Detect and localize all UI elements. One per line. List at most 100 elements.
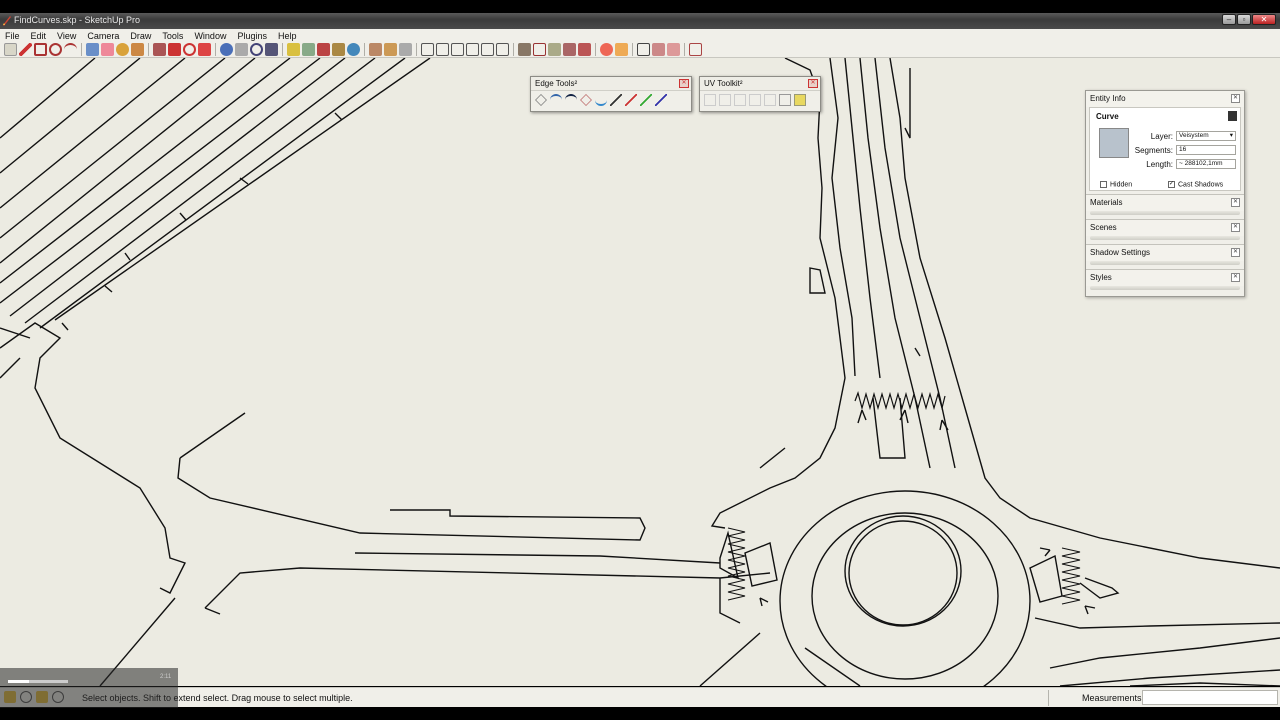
materials-title[interactable]: Materials bbox=[1086, 195, 1244, 211]
hidden-checkbox-row[interactable]: Hidden bbox=[1100, 181, 1132, 188]
menu-edit[interactable]: Edit bbox=[31, 31, 47, 41]
edge-loop-icon[interactable] bbox=[580, 94, 592, 106]
push-pull-icon[interactable] bbox=[153, 43, 166, 56]
menu-bar: File Edit View Camera Draw Tools Window … bbox=[0, 29, 1280, 42]
materials-icon[interactable] bbox=[384, 43, 397, 56]
share-model-icon[interactable] bbox=[332, 43, 345, 56]
edge-select-icon[interactable] bbox=[535, 94, 547, 106]
toggle-terrain-icon[interactable] bbox=[302, 43, 315, 56]
uv-import-icon[interactable] bbox=[794, 94, 806, 106]
menu-draw[interactable]: Draw bbox=[130, 31, 151, 41]
entity-kind: Curve bbox=[1096, 112, 1119, 121]
left-view-icon[interactable] bbox=[496, 43, 509, 56]
cast-shadows-checkbox[interactable]: ✓ bbox=[1168, 181, 1175, 188]
uv-scale-icon[interactable] bbox=[749, 94, 761, 106]
shadow-settings-panel: Shadow Settings ✕ bbox=[1086, 245, 1244, 270]
uv-align-icon[interactable] bbox=[719, 94, 731, 106]
zoom-icon[interactable] bbox=[250, 43, 263, 56]
menu-help[interactable]: Help bbox=[278, 31, 297, 41]
edge-smooth-icon[interactable] bbox=[595, 94, 607, 106]
styles-icon[interactable] bbox=[399, 43, 412, 56]
top-view-icon[interactable] bbox=[436, 43, 449, 56]
measurements-input[interactable] bbox=[1142, 690, 1278, 705]
walk-icon[interactable] bbox=[637, 43, 650, 56]
length-field[interactable]: ~ 288102,1mm bbox=[1176, 159, 1236, 169]
front-view-icon[interactable] bbox=[451, 43, 464, 56]
google-earth-icon[interactable] bbox=[347, 43, 360, 56]
close-button[interactable]: ✕ bbox=[1252, 14, 1276, 25]
styles-title[interactable]: Styles bbox=[1086, 270, 1244, 286]
position-camera-icon[interactable] bbox=[667, 43, 680, 56]
pan-icon[interactable] bbox=[235, 43, 248, 56]
arc-icon[interactable] bbox=[64, 43, 77, 56]
uv-edit-icon[interactable] bbox=[764, 94, 776, 106]
hidden-checkbox[interactable] bbox=[1100, 181, 1107, 188]
components-icon[interactable] bbox=[369, 43, 382, 56]
edge-simplify-icon[interactable] bbox=[655, 94, 667, 106]
material-swatch[interactable] bbox=[1099, 128, 1129, 158]
shaded-icon[interactable] bbox=[563, 43, 576, 56]
entity-info-title[interactable]: Entity Info bbox=[1086, 91, 1244, 107]
hidden-line-icon[interactable] bbox=[548, 43, 561, 56]
scenes-title[interactable]: Scenes bbox=[1086, 220, 1244, 236]
materials-close-icon[interactable]: ✕ bbox=[1231, 198, 1240, 207]
eraser-icon[interactable] bbox=[101, 43, 114, 56]
wireframe-icon[interactable] bbox=[533, 43, 546, 56]
menu-view[interactable]: View bbox=[57, 31, 76, 41]
minimize-button[interactable]: – bbox=[1222, 14, 1236, 25]
menu-tools[interactable]: Tools bbox=[162, 31, 183, 41]
move-icon[interactable] bbox=[168, 43, 181, 56]
uv-toolkit-title: UV Toolkit² bbox=[700, 77, 820, 91]
plugin-tool-icon[interactable] bbox=[689, 43, 702, 56]
menu-plugins[interactable]: Plugins bbox=[237, 31, 267, 41]
menu-camera[interactable]: Camera bbox=[87, 31, 119, 41]
zoom-extents-icon[interactable] bbox=[265, 43, 278, 56]
segments-field[interactable]: 16 bbox=[1176, 145, 1236, 155]
edge-curve-icon[interactable] bbox=[565, 94, 577, 106]
back-view-icon[interactable] bbox=[481, 43, 494, 56]
title-bar: FindCurves.skp - SketchUp Pro – ▫ ✕ bbox=[0, 13, 1280, 29]
add-location-icon[interactable] bbox=[287, 43, 300, 56]
tape-measure-icon[interactable] bbox=[116, 43, 129, 56]
orbit-icon[interactable] bbox=[220, 43, 233, 56]
uv-toolkit-toolbar: UV Toolkit² ✕ bbox=[699, 76, 821, 112]
rectangle-icon[interactable] bbox=[34, 43, 47, 56]
menu-file[interactable]: File bbox=[5, 31, 20, 41]
maximize-button[interactable]: ▫ bbox=[1237, 14, 1251, 25]
iso-view-icon[interactable] bbox=[421, 43, 434, 56]
cast-shadows-checkbox-row[interactable]: ✓ Cast Shadows bbox=[1168, 181, 1223, 188]
layer-select[interactable]: Veisystem ▾ bbox=[1176, 131, 1236, 141]
circle-icon[interactable] bbox=[49, 43, 62, 56]
rotate-icon[interactable] bbox=[183, 43, 196, 56]
look-around-icon[interactable] bbox=[652, 43, 665, 56]
entity-info-close-icon[interactable]: ✕ bbox=[1231, 94, 1240, 103]
edge-close-gaps-icon[interactable] bbox=[640, 94, 652, 106]
offset-icon[interactable] bbox=[198, 43, 211, 56]
edge-split-icon[interactable] bbox=[610, 94, 622, 106]
shadow-settings-title[interactable]: Shadow Settings bbox=[1086, 245, 1244, 261]
sketchup-app-icon bbox=[3, 16, 11, 26]
uv-map-icon[interactable] bbox=[704, 94, 716, 106]
pencil-icon[interactable] bbox=[19, 43, 32, 56]
get-models-icon[interactable] bbox=[317, 43, 330, 56]
shadow-settings-close-icon[interactable]: ✕ bbox=[1231, 248, 1240, 257]
edge-arc-icon[interactable] bbox=[550, 94, 562, 106]
make-component-icon[interactable] bbox=[86, 43, 99, 56]
select-tool-icon[interactable] bbox=[4, 43, 17, 56]
xray-icon[interactable] bbox=[518, 43, 531, 56]
layer-label: Layer: bbox=[1150, 132, 1173, 141]
section-display-icon[interactable] bbox=[615, 43, 628, 56]
right-view-icon[interactable] bbox=[466, 43, 479, 56]
uv-toolkit-close-button[interactable]: ✕ bbox=[808, 79, 818, 88]
section-plane-icon[interactable] bbox=[600, 43, 613, 56]
uv-export-icon[interactable] bbox=[779, 94, 791, 106]
styles-close-icon[interactable]: ✕ bbox=[1231, 273, 1240, 282]
edge-tools-close-button[interactable]: ✕ bbox=[679, 79, 689, 88]
toggle-details-icon[interactable] bbox=[1228, 111, 1237, 121]
menu-window[interactable]: Window bbox=[194, 31, 226, 41]
shaded-textures-icon[interactable] bbox=[578, 43, 591, 56]
scenes-close-icon[interactable]: ✕ bbox=[1231, 223, 1240, 232]
uv-rotate-icon[interactable] bbox=[734, 94, 746, 106]
paint-bucket-icon[interactable] bbox=[131, 43, 144, 56]
edge-merge-icon[interactable] bbox=[625, 94, 637, 106]
